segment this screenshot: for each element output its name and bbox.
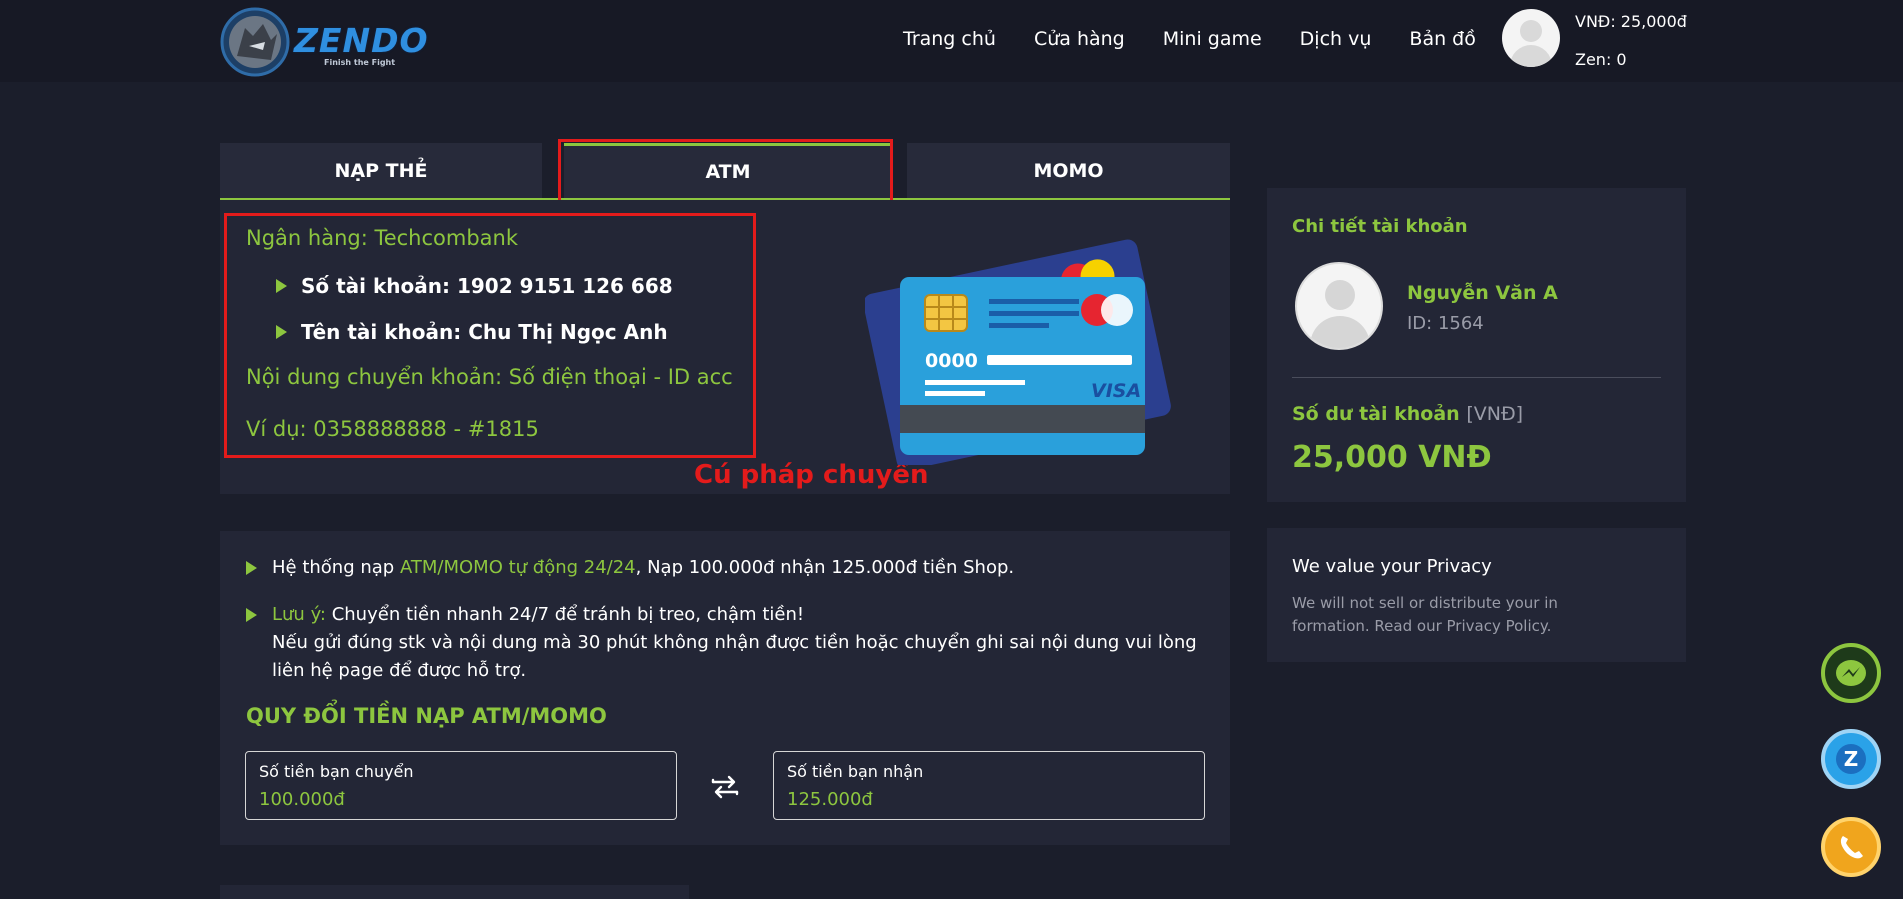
tab-nap-the[interactable]: NẠP THẺ (220, 143, 542, 198)
nav-home[interactable]: Trang chủ (903, 28, 996, 50)
receive-amount-value: 125.000đ (787, 789, 873, 810)
swap-icon[interactable] (709, 770, 741, 802)
avatar-head-shape (1520, 20, 1542, 42)
avatar-head-shape (1325, 280, 1355, 310)
card-brand-text: VISA (1091, 380, 1141, 402)
card-number-text: 0000 (925, 350, 978, 372)
note-auto-deposit: Hệ thống nạp ATM/MOMO tự động 24/24, Nạp… (246, 554, 1206, 582)
account-avatar (1295, 262, 1383, 350)
nav-minigame[interactable]: Mini game (1163, 28, 1262, 50)
note1-highlight: ATM/MOMO tự động 24/24 (399, 557, 636, 578)
avatar-body-shape (1310, 316, 1370, 348)
logo-tagline: Finish the Fight (324, 58, 396, 67)
note1-prefix: Hệ thống nạp (272, 557, 400, 578)
privacy-text: We will not sell or distribute your in f… (1292, 594, 1558, 635)
messenger-button[interactable] (1821, 643, 1881, 703)
note2-highlight: Lưu ý: (272, 604, 326, 625)
user-avatar[interactable] (1502, 9, 1560, 67)
receive-amount-label: Số tiền bạn nhận (787, 762, 924, 781)
tab-momo[interactable]: MOMO (907, 143, 1230, 198)
nav-map[interactable]: Bản đồ (1409, 28, 1475, 50)
balance-label: Số dư tài khoản (1292, 403, 1460, 425)
account-divider (1292, 377, 1661, 378)
avatar-body-shape (1510, 45, 1552, 67)
messenger-icon (1836, 660, 1866, 686)
site-header: ZENDO Finish the Fight Trang chủ Cửa hàn… (0, 0, 1903, 82)
zalo-button[interactable]: Z (1821, 729, 1881, 789)
account-detail-title: Chi tiết tài khoản (1292, 216, 1468, 237)
send-amount-value: 100.000đ (259, 789, 345, 810)
note2-line2: Nếu gửi đúng stk và nội dung mà 30 phút … (272, 632, 1197, 681)
send-amount-field[interactable]: Số tiền bạn chuyển 100.000đ (245, 751, 677, 820)
bank-info-highlight (224, 213, 756, 458)
header-zen: Zen: 0 (1575, 50, 1627, 69)
wolf-emblem-icon (220, 7, 290, 77)
privacy-title: We value your Privacy (1292, 556, 1492, 577)
phone-icon (1840, 836, 1863, 859)
bullet-arrow-icon (246, 608, 257, 622)
note2-line1: Chuyển tiền nhanh 24/7 để tránh bị treo,… (325, 604, 805, 625)
balance-label-row: Số dư tài khoản [VNĐ] (1292, 403, 1523, 425)
balance-value: 25,000 VNĐ (1292, 440, 1492, 475)
nav-shop[interactable]: Cửa hàng (1034, 28, 1125, 50)
account-name-display: Nguyễn Văn A (1407, 282, 1558, 304)
send-amount-label: Số tiền bạn chuyển (259, 762, 414, 781)
header-balance: VNĐ: 25,000đ (1575, 12, 1687, 31)
balance-unit: [VNĐ] (1466, 403, 1524, 425)
receive-amount-field[interactable]: Số tiền bạn nhận 125.000đ (773, 751, 1205, 820)
zalo-icon: Z (1836, 744, 1866, 774)
bullet-arrow-icon (246, 561, 257, 575)
site-logo[interactable]: ZENDO Finish the Fight (219, 5, 437, 79)
account-id: ID: 1564 (1407, 313, 1484, 334)
note1-suffix: , Nạp 100.000đ nhận 125.000đ tiền Shop. (635, 557, 1015, 578)
nav-services[interactable]: Dịch vụ (1300, 28, 1372, 50)
main-nav: Trang chủ Cửa hàng Mini game Dịch vụ Bản… (903, 28, 1514, 50)
converter-title: QUY ĐỔI TIỀN NẠP ATM/MOMO (246, 704, 607, 728)
next-section-stub (220, 885, 689, 899)
call-button[interactable] (1821, 817, 1881, 877)
atm-tab-highlight (558, 139, 893, 204)
svg-text:Z: Z (1844, 747, 1859, 771)
note-warning: Lưu ý: Chuyển tiền nhanh 24/7 để tránh b… (246, 601, 1206, 685)
credit-card-illustration: 0000 VISA (865, 239, 1171, 465)
logo-text: ZENDO (294, 21, 429, 60)
